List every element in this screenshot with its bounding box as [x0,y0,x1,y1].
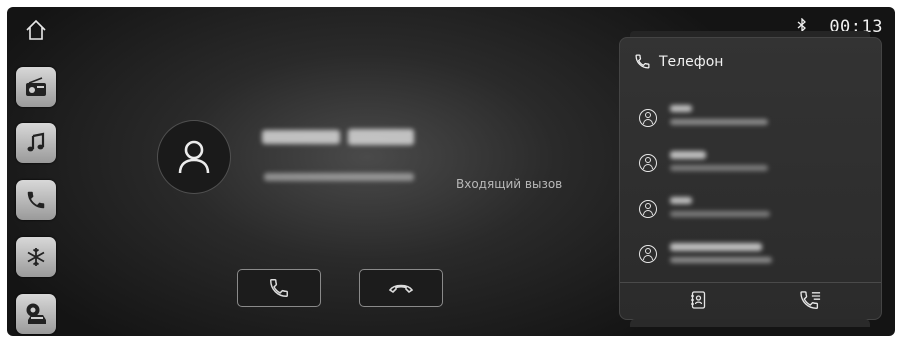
call-log-button[interactable] [800,291,822,315]
caller-name-redacted [262,127,414,147]
contact-avatar-icon [639,200,657,218]
caller-number-redacted [264,171,416,183]
phone-panel-title: Телефон [659,53,724,70]
phone-icon [27,191,45,209]
sidebar-item-music[interactable] [16,123,56,163]
sidebar-item-radio[interactable] [16,67,56,107]
contact-item[interactable] [639,103,869,133]
call-log-icon [800,291,821,309]
accept-call-button[interactable] [237,269,321,307]
phone-icon [635,54,650,69]
panel-divider [620,282,881,283]
contact-item[interactable] [639,194,869,224]
contact-item[interactable] [639,148,869,178]
sidebar-item-climate[interactable] [16,237,56,277]
panel-bottom-edge [630,319,870,327]
contacts-book-icon [691,291,706,309]
phone-panel-header: Телефон [634,53,723,70]
home-button[interactable] [25,19,47,41]
screen: 00:13 Входящий вызов Телефон [7,7,895,336]
contact-avatar-icon [639,154,657,172]
home-icon [26,19,46,40]
radio-icon [26,77,46,96]
contact-item[interactable] [639,239,869,269]
snowflake-icon [27,248,45,266]
sidebar-item-phone[interactable] [16,180,56,220]
music-note-icon [27,132,45,152]
caller-avatar [158,121,230,193]
contact-avatar-icon [639,109,657,127]
contacts-button[interactable] [690,291,706,313]
phone-panel: Телефон [619,37,882,320]
car-gear-icon [26,303,46,324]
contact-avatar-icon [639,245,657,263]
person-icon [178,140,210,174]
call-status-text: Входящий вызов [456,177,563,191]
phone-icon [270,279,288,297]
hang-up-icon [388,284,414,294]
sidebar-item-vehicle-settings[interactable] [16,294,56,334]
decline-call-button[interactable] [359,269,443,307]
